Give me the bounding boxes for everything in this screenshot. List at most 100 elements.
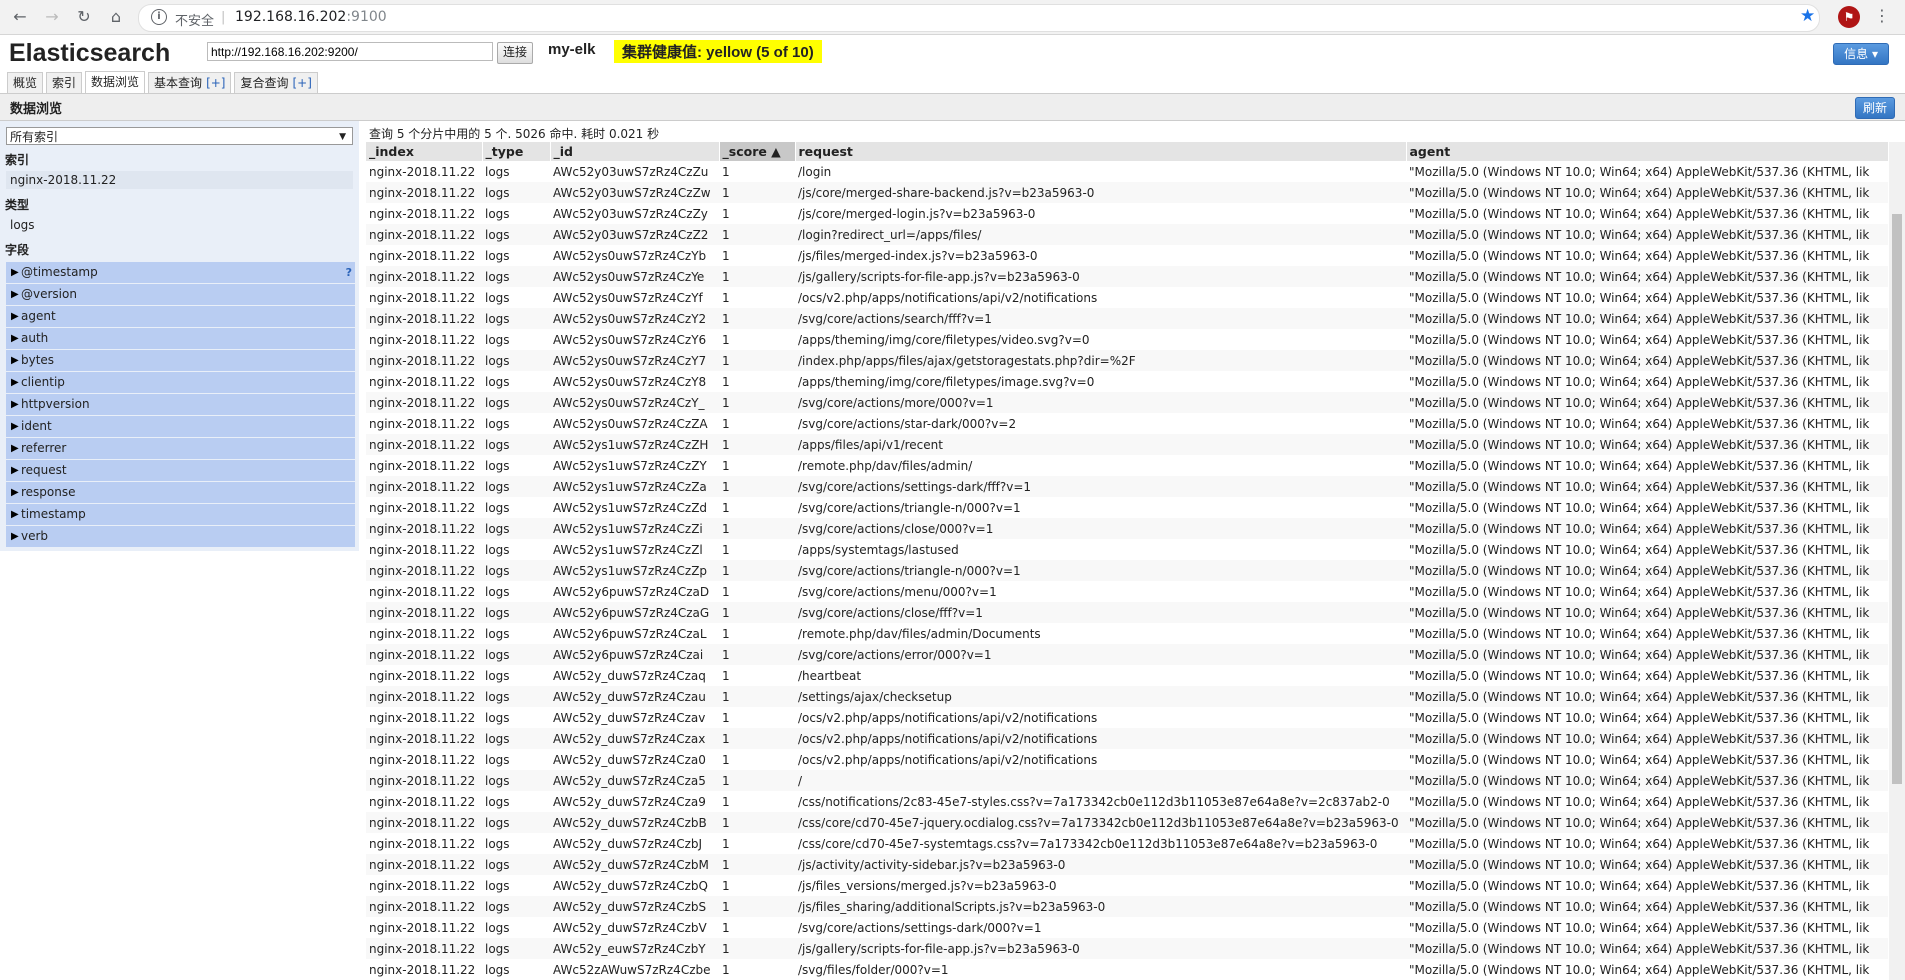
table-row[interactable]: nginx-2018.11.22 logs AWc52ys0uwS7zRz4CzY_…	[366, 392, 1888, 413]
results-scrollbar[interactable]	[1889, 142, 1905, 980]
table-row[interactable]: nginx-2018.11.22 logs AWc52y_duwS7zRz4CzbM…	[366, 854, 1888, 875]
cell-type: logs	[485, 542, 510, 557]
scrollbar-thumb[interactable]	[1892, 214, 1902, 784]
table-row[interactable]: nginx-2018.11.22 logs AWc52zAWuwS7zRz4Czbe…	[366, 959, 1888, 980]
tab-browser[interactable]: 数据浏览	[85, 71, 146, 94]
field-item[interactable]: ▶ @version	[6, 284, 355, 305]
field-item[interactable]: ▶ timestamp	[6, 504, 355, 525]
info-icon[interactable]: i	[151, 9, 167, 25]
field-item[interactable]: ▶ verb	[6, 526, 355, 547]
column-header-id[interactable]: _id	[550, 142, 720, 161]
refresh-button[interactable]: 刷新	[1854, 97, 1895, 119]
field-item[interactable]: ▶ agent	[6, 306, 355, 327]
info-button[interactable]: 信息 ▾	[1833, 43, 1889, 65]
table-row[interactable]: nginx-2018.11.22 logs AWc52y_duwS7zRz4Cza9…	[366, 791, 1888, 812]
address-bar[interactable]: i 不安全 | 192.168.16.202:9100	[138, 4, 1820, 32]
table-row[interactable]: nginx-2018.11.22 logs AWc52y_duwS7zRz4Czaq…	[366, 665, 1888, 686]
table-row[interactable]: nginx-2018.11.22 logs AWc52ys1uwS7zRz4CzZl…	[366, 539, 1888, 560]
column-header-request[interactable]: request	[795, 142, 1407, 161]
extension-icon[interactable]: ⚑	[1838, 6, 1860, 28]
table-row[interactable]: nginx-2018.11.22 logs AWc52ys0uwS7zRz4CzY6…	[366, 329, 1888, 350]
help-icon[interactable]: ?	[346, 262, 352, 283]
table-row[interactable]: nginx-2018.11.22 logs AWc52y6puwS7zRz4CzaD…	[366, 581, 1888, 602]
field-item[interactable]: ▶ auth	[6, 328, 355, 349]
table-row[interactable]: nginx-2018.11.22 logs AWc52ys1uwS7zRz4CzZa…	[366, 476, 1888, 497]
field-item[interactable]: ▶ ident	[6, 416, 355, 437]
field-item[interactable]: ▶ response	[6, 482, 355, 503]
cell-agent: "Mozilla/5.0 (Windows NT 10.0; Win64; x6…	[1409, 794, 1870, 809]
tab-overview[interactable]: 概览	[7, 72, 44, 94]
add-tab-link[interactable]: [+]	[206, 76, 225, 90]
table-row[interactable]: nginx-2018.11.22 logs AWc52ys0uwS7zRz4CzYf…	[366, 287, 1888, 308]
cell-type: logs	[485, 458, 510, 473]
cell-score: 1	[719, 728, 795, 749]
field-item[interactable]: ▶ httpversion	[6, 394, 355, 415]
cell-score: 1	[722, 290, 730, 305]
table-row[interactable]: nginx-2018.11.22 logs AWc52y6puwS7zRz4CzaL…	[366, 623, 1888, 644]
tab-compound-query[interactable]: 复合查询 [+]	[234, 72, 318, 94]
table-row[interactable]: nginx-2018.11.22 logs AWc52y_duwS7zRz4Czav…	[366, 707, 1888, 728]
table-row[interactable]: nginx-2018.11.22 logs AWc52ys1uwS7zRz4CzZi…	[366, 518, 1888, 539]
table-row[interactable]: nginx-2018.11.22 logs AWc52y_duwS7zRz4Cza0…	[366, 749, 1888, 770]
cell-agent: "Mozilla/5.0 (Windows NT 10.0; Win64; x6…	[1409, 164, 1870, 179]
table-row[interactable]: nginx-2018.11.22 logs AWc52y03uwS7zRz4CzZw…	[366, 182, 1888, 203]
table-row[interactable]: nginx-2018.11.22 logs AWc52ys0uwS7zRz4CzYe…	[366, 266, 1888, 287]
cell-agent: "Mozilla/5.0 (Windows NT 10.0; Win64; x6…	[1409, 416, 1870, 431]
table-row[interactable]: nginx-2018.11.22 logs AWc52y_duwS7zRz4CzbV…	[366, 917, 1888, 938]
field-item[interactable]: ▶ clientip	[6, 372, 355, 393]
column-header-type[interactable]: _type	[482, 142, 551, 161]
table-row[interactable]: nginx-2018.11.22 logs AWc52ys1uwS7zRz4CzZH…	[366, 434, 1888, 455]
table-row[interactable]: nginx-2018.11.22 logs AWc52ys0uwS7zRz4CzZA…	[366, 413, 1888, 434]
column-header-agent[interactable]: agent	[1406, 142, 1889, 161]
column-header-index[interactable]: _index	[366, 142, 483, 161]
table-row[interactable]: nginx-2018.11.22 logs AWc52y_duwS7zRz4Czau…	[366, 686, 1888, 707]
table-row[interactable]: nginx-2018.11.22 logs AWc52ys1uwS7zRz4CzZY…	[366, 455, 1888, 476]
table-row[interactable]: nginx-2018.11.22 logs AWc52ys0uwS7zRz4CzY2…	[366, 308, 1888, 329]
cell-agent: "Mozilla/5.0 (Windows NT 10.0; Win64; x6…	[1406, 434, 1888, 455]
table-row[interactable]: nginx-2018.11.22 logs AWc52y_duwS7zRz4CzbQ…	[366, 875, 1888, 896]
cell-id: AWc52y_duwS7zRz4Czau	[550, 686, 719, 707]
table-row[interactable]: nginx-2018.11.22 logs AWc52ys0uwS7zRz4CzYb…	[366, 245, 1888, 266]
table-row[interactable]: nginx-2018.11.22 logs AWc52y6puwS7zRz4CzaG…	[366, 602, 1888, 623]
cell-request: /js/files/merged-index.js?v=b23a5963-0	[798, 248, 1038, 263]
forward-arrow-icon[interactable]: →	[42, 7, 62, 27]
home-icon[interactable]: ⌂	[106, 7, 126, 27]
bookmark-star-icon[interactable]: ★	[1800, 6, 1815, 26]
tab-indices[interactable]: 索引	[46, 72, 83, 94]
browser-menu-icon[interactable]: ⋮	[1874, 6, 1890, 25]
index-item[interactable]: nginx-2018.11.22	[6, 171, 353, 189]
table-row[interactable]: nginx-2018.11.22 logs AWc52ys1uwS7zRz4CzZp…	[366, 560, 1888, 581]
table-row[interactable]: nginx-2018.11.22 logs AWc52ys1uwS7zRz4CzZd…	[366, 497, 1888, 518]
table-row[interactable]: nginx-2018.11.22 logs AWc52y_duwS7zRz4CzbJ…	[366, 833, 1888, 854]
table-row[interactable]: nginx-2018.11.22 logs AWc52y_duwS7zRz4CzbS…	[366, 896, 1888, 917]
field-label: verb	[21, 529, 49, 543]
table-row[interactable]: nginx-2018.11.22 logs AWc52y_duwS7zRz4CzbB…	[366, 812, 1888, 833]
table-row[interactable]: nginx-2018.11.22 logs AWc52y03uwS7zRz4CzZ2…	[366, 224, 1888, 245]
field-item[interactable]: ▶ referrer	[6, 438, 355, 459]
index-select[interactable]: 所有索引 ▼	[6, 127, 353, 145]
add-tab-link[interactable]: [+]	[293, 76, 312, 90]
table-row[interactable]: nginx-2018.11.22 logs AWc52y_euwS7zRz4CzbY…	[366, 938, 1888, 959]
cell-agent: "Mozilla/5.0 (Windows NT 10.0; Win64; x6…	[1406, 602, 1888, 623]
es-url-input[interactable]	[207, 42, 493, 61]
column-header-score[interactable]: _score ▲	[719, 142, 796, 161]
table-row[interactable]: nginx-2018.11.22 logs AWc52y03uwS7zRz4CzZy…	[366, 203, 1888, 224]
tab-basic-query[interactable]: 基本查询 [+]	[148, 72, 232, 94]
field-item[interactable]: ▶ request	[6, 460, 355, 481]
expand-triangle-icon: ▶	[11, 311, 19, 322]
connect-button[interactable]: 连接	[497, 42, 534, 64]
table-row[interactable]: nginx-2018.11.22 logs AWc52ys0uwS7zRz4CzY8…	[366, 371, 1888, 392]
table-row[interactable]: nginx-2018.11.22 logs AWc52y_duwS7zRz4Cza5…	[366, 770, 1888, 791]
field-item[interactable]: ▶ @timestamp?	[6, 262, 355, 283]
table-row[interactable]: nginx-2018.11.22 logs AWc52ys0uwS7zRz4CzY7…	[366, 350, 1888, 371]
table-row[interactable]: nginx-2018.11.22 logs AWc52y_duwS7zRz4Czax…	[366, 728, 1888, 749]
cell-type: logs	[482, 476, 550, 497]
cell-index: nginx-2018.11.22	[369, 626, 476, 641]
type-item[interactable]: logs	[6, 216, 353, 234]
reload-icon[interactable]: ↻	[74, 7, 94, 27]
field-item[interactable]: ▶ bytes	[6, 350, 355, 371]
table-row[interactable]: nginx-2018.11.22 logs AWc52y03uwS7zRz4CzZu…	[366, 161, 1888, 182]
cell-request: /css/core/cd70-45e7-jquery.ocdialog.css?…	[795, 812, 1406, 833]
table-row[interactable]: nginx-2018.11.22 logs AWc52y6puwS7zRz4Czai…	[366, 644, 1888, 665]
back-arrow-icon[interactable]: ←	[10, 7, 30, 27]
